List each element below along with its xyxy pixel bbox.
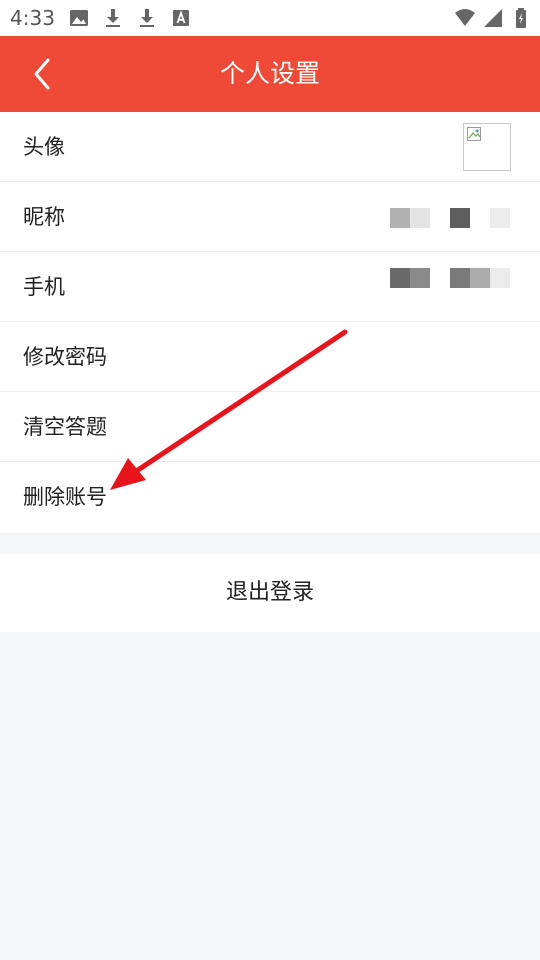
settings-item-clear-answers[interactable]: 清空答题 <box>0 392 540 462</box>
settings-item-label: 删除账号 <box>23 485 107 509</box>
logout-label: 退出登录 <box>225 580 314 605</box>
chevron-left-icon <box>34 58 50 90</box>
settings-item-nickname[interactable]: 昵称 <box>0 182 540 252</box>
settings-item-avatar[interactable]: 头像 <box>0 112 540 182</box>
status-system-icons <box>454 7 532 29</box>
status-time: 4:33 <box>10 6 55 30</box>
broken-image-icon <box>467 127 483 143</box>
app-header: 个人设置 <box>0 36 540 112</box>
settings-item-change-password[interactable]: 修改密码 <box>0 322 540 392</box>
settings-item-label: 手机 <box>23 275 65 299</box>
download-icon <box>102 7 124 29</box>
settings-item-phone[interactable]: 手机 <box>0 252 540 322</box>
status-bar: 4:33 <box>0 0 540 36</box>
settings-item-label: 清空答题 <box>23 415 107 439</box>
signal-icon <box>482 7 504 29</box>
download-icon <box>136 7 158 29</box>
logout-button[interactable]: 退出登录 <box>0 554 540 632</box>
wifi-icon <box>454 7 476 29</box>
settings-list: 头像 昵称 手机 修改密码 清空答题 删除账号 <box>0 112 540 533</box>
back-button[interactable] <box>20 54 64 94</box>
font-icon <box>170 7 192 29</box>
settings-item-label: 头像 <box>23 135 65 159</box>
settings-item-delete-account[interactable]: 删除账号 <box>0 462 540 533</box>
settings-item-label: 修改密码 <box>23 345 107 369</box>
masked-nickname <box>390 208 510 228</box>
image-icon <box>68 7 90 29</box>
battery-icon <box>510 7 532 29</box>
settings-item-label: 昵称 <box>23 205 65 229</box>
page-title: 个人设置 <box>219 59 320 88</box>
masked-phone <box>390 268 510 288</box>
status-notification-icons <box>68 7 192 29</box>
avatar[interactable] <box>463 123 511 171</box>
